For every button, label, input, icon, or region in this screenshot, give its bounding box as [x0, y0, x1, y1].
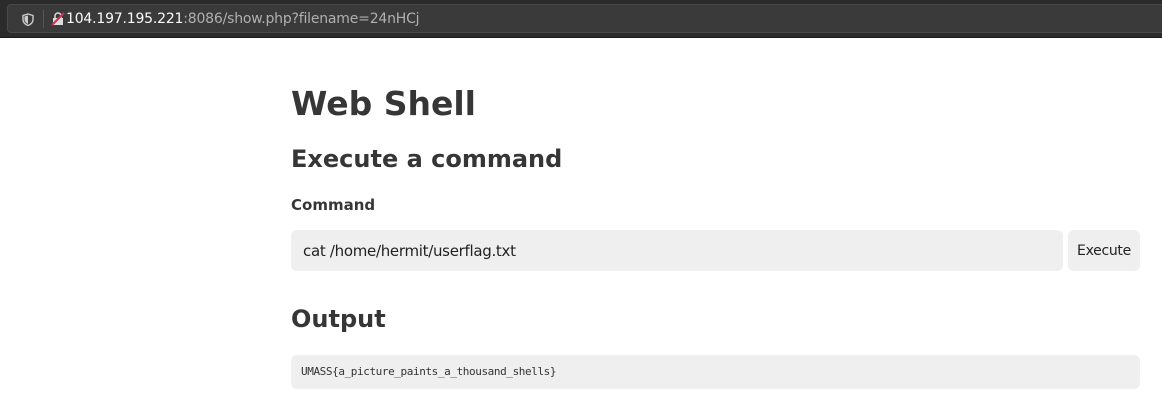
execute-button[interactable]: Execute [1068, 230, 1140, 271]
section-heading: Execute a command [291, 145, 563, 173]
output-text: UMASS{a_picture_paints_a_thousand_shells… [291, 355, 1140, 389]
output-heading: Output [291, 305, 386, 333]
address-bar[interactable]: 104.197.195.221:8086/show.php?filename=2… [7, 4, 1162, 33]
command-label: Command [291, 196, 376, 214]
divider [43, 10, 44, 28]
insecure-lock-icon[interactable] [51, 12, 65, 26]
url-host: 104.197.195.221 [66, 11, 184, 27]
shield-icon[interactable] [22, 13, 34, 26]
url-text[interactable]: 104.197.195.221:8086/show.php?filename=2… [66, 10, 420, 28]
url-path: :8086/show.php?filename=24nHCj [183, 11, 420, 27]
command-input[interactable] [291, 230, 1063, 271]
page-title: Web Shell [291, 84, 476, 123]
browser-toolbar: 104.197.195.221:8086/show.php?filename=2… [0, 0, 1162, 38]
